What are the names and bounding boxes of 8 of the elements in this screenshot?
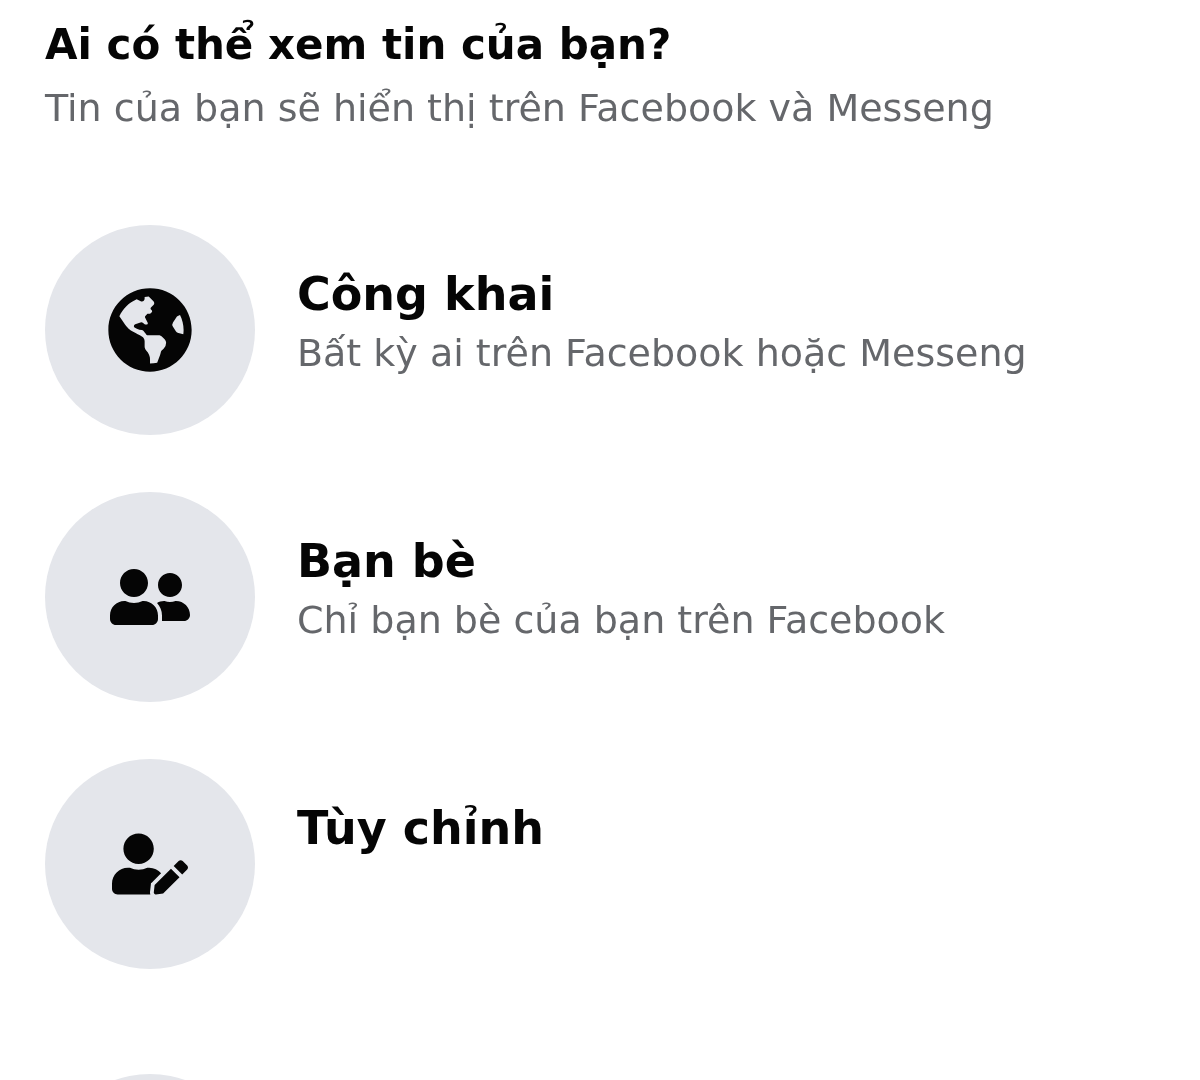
globe-icon xyxy=(107,287,193,373)
option-title[interactable]: Bạn bè xyxy=(297,530,946,592)
dialog-title: Ai có thể xem tin của bạn? xyxy=(45,18,673,71)
dialog-subtitle: Tin của bạn sẽ hiển thị trên Facebook và Messeng xyxy=(45,85,995,132)
option-description: Chỉ bạn bè của bạn trên Facebook xyxy=(297,597,946,644)
option-title[interactable]: Công khai xyxy=(297,263,1027,325)
option-title[interactable]: Tùy chỉnh xyxy=(297,797,545,859)
option-description: Bất kỳ ai trên Facebook hoặc Messeng xyxy=(297,330,1027,377)
